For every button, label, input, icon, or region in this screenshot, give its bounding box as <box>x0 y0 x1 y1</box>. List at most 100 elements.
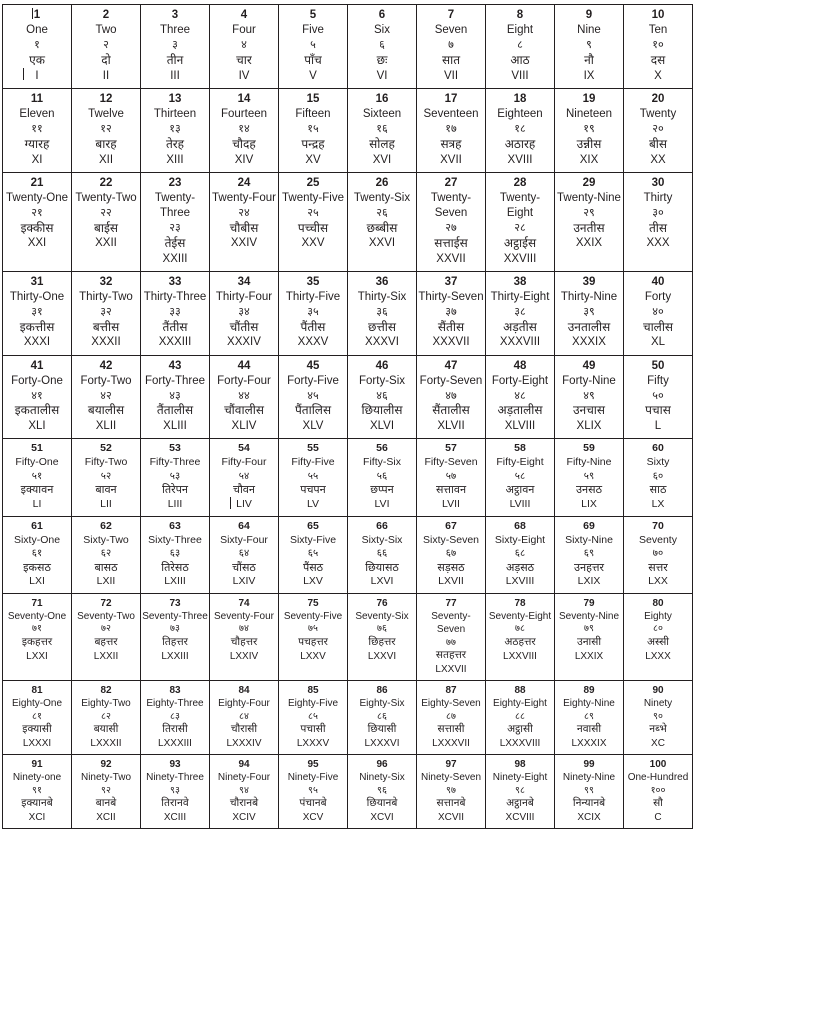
number-cell[interactable]: 23 Twenty-Three २३ तेईस XXIII <box>140 171 210 272</box>
number-cell[interactable]: 74 Seventy-Four ७४ चौहत्तर LXXIV <box>209 593 279 682</box>
number-cell[interactable]: 51 Fifty-One ५१ इक्यावन LI <box>2 438 72 517</box>
number-cell[interactable]: 8 Eight ८ आठ VIII <box>485 4 555 89</box>
number-cell[interactable]: 94 Ninety-Four ९४ चौरानबे XCIV <box>209 754 279 830</box>
number-cell[interactable]: 64 Sixty-Four ६४ चौंसठ LXIV <box>209 515 279 595</box>
number-cell[interactable]: 29 Twenty-Nine २९ उनतीस XXIX <box>554 171 624 272</box>
number-cell[interactable]: 88 Eighty-Eight ८८ अट्ठासी LXXXVIII <box>485 680 555 756</box>
number-cell[interactable]: 99 Ninety-Nine ९९ निन्यानबे XCIX <box>554 754 624 830</box>
number-cell[interactable]: 44 Forty-Four ४४ चौंवालीस XLIV <box>209 354 279 440</box>
number-cell[interactable]: 18 Eighteen १८ अठारह XVIII <box>485 87 555 173</box>
number-cell[interactable]: 6 Six ६ छः VI <box>347 4 417 89</box>
number-cell[interactable]: 20 Twenty २० बीस XX <box>623 87 693 173</box>
number-cell[interactable]: 21 Twenty-One २१ इक्कीस XXI <box>2 171 72 272</box>
number-cell[interactable]: 49 Forty-Nine ४९ उनचास XLIX <box>554 354 624 440</box>
number-cell[interactable]: 73 Seventy-Three ७३ तिहत्तर LXXIII <box>140 593 210 682</box>
number-cell[interactable]: 16 Sixteen १६ सोलह XVI <box>347 87 417 173</box>
number-cell[interactable]: 10 Ten १० दस X <box>623 4 693 89</box>
number-cell[interactable]: 26 Twenty-Six २६ छब्बीस XXVI <box>347 171 417 272</box>
number-cell[interactable]: 13 Thirteen १३ तेरह XIII <box>140 87 210 173</box>
number-cell[interactable]: 98 Ninety-Eight ९८ अट्ठानबे XCVIII <box>485 754 555 830</box>
number-cell[interactable]: 50 Fifty ५० पचास L <box>623 354 693 440</box>
number-cell[interactable]: 80 Eighty ८० अस्सी LXXX <box>623 593 693 682</box>
number-cell[interactable]: 86 Eighty-Six ८६ छियासी LXXXVI <box>347 680 417 756</box>
number-cell[interactable]: 15 Fifteen १५ पन्द्रह XV <box>278 87 348 173</box>
number-cell[interactable]: 9 Nine ९ नौ IX <box>554 4 624 89</box>
number-cell[interactable]: 79 Seventy-Nine ७९ उनासी LXXIX <box>554 593 624 682</box>
number-cell[interactable]: 35 Thirty-Five ३५ पैंतीस XXXV <box>278 270 348 356</box>
number-cell[interactable]: 14 Fourteen १४ चौदह XIV <box>209 87 279 173</box>
number-cell[interactable]: 46 Forty-Six ४६ छियालीस XLVI <box>347 354 417 440</box>
number-cell[interactable]: 77 Seventy-Seven ७७ सतहत्तर LXXVII <box>416 593 486 682</box>
number-cell[interactable]: 72 Seventy-Two ७२ बहत्तर LXXII <box>71 593 141 682</box>
number-cell[interactable]: 56 Fifty-Six ५६ छप्पन LVI <box>347 438 417 517</box>
number-cell[interactable]: 87 Eighty-Seven ८७ सत्तासी LXXXVII <box>416 680 486 756</box>
number-cell[interactable]: 30 Thirty ३० तीस XXX <box>623 171 693 272</box>
number-cell[interactable]: 27 Twenty-Seven २७ सत्ताईस XXVII <box>416 171 486 272</box>
number-cell[interactable]: 85 Eighty-Five ८५ पचासी LXXXV <box>278 680 348 756</box>
number-cell[interactable]: 62 Sixty-Two ६२ बासठ LXII <box>71 515 141 595</box>
number-cell[interactable]: 53 Fifty-Three ५३ तिरेपन LIII <box>140 438 210 517</box>
number-cell[interactable]: 97 Ninety-Seven ९७ सत्तानबे XCVII <box>416 754 486 830</box>
number-cell[interactable]: 63 Sixty-Three ६३ तिरेसठ LXIII <box>140 515 210 595</box>
number-cell[interactable]: 57 Fifty-Seven ५७ सत्तावन LVII <box>416 438 486 517</box>
number-cell[interactable]: 75 Seventy-Five ७५ पचहत्तर LXXV <box>278 593 348 682</box>
number-cell[interactable]: 19 Nineteen १९ उन्नीस XIX <box>554 87 624 173</box>
number-cell[interactable]: 90 Ninety ९० नब्भे XC <box>623 680 693 756</box>
number-cell[interactable]: 91 Ninety-one ९१ इक्यानबे XCI <box>2 754 72 830</box>
number-cell[interactable]: 81 Eighty-One ८१ इक्यासी LXXXI <box>2 680 72 756</box>
number-cell[interactable]: 25 Twenty-Five २५ पच्चीस XXV <box>278 171 348 272</box>
number-cell[interactable]: 7 Seven ७ सात VII <box>416 4 486 89</box>
number-cell[interactable]: 28 Twenty-Eight २८ अट्ठाईस XXVIII <box>485 171 555 272</box>
number-cell[interactable]: 38 Thirty-Eight ३८ अड़तीस XXXVIII <box>485 270 555 356</box>
number-cell[interactable]: 55 Fifty-Five ५५ पचपन LV <box>278 438 348 517</box>
number-cell[interactable]: 32 Thirty-Two ३२ बत्तीस XXXII <box>71 270 141 356</box>
number-cell[interactable]: 95 Ninety-Five ९५ पंचानबे XCV <box>278 754 348 830</box>
number-cell[interactable]: 89 Eighty-Nine ८९ नवासी LXXXIX <box>554 680 624 756</box>
number-cell[interactable]: 2 Two २ दो II <box>71 4 141 89</box>
number-cell[interactable]: 59 Fifty-Nine ५९ उनसठ LIX <box>554 438 624 517</box>
number-cell[interactable]: 58 Fifty-Eight ५८ अट्ठावन LVIII <box>485 438 555 517</box>
number-cell[interactable]: 66 Sixty-Six ६६ छियासठ LXVI <box>347 515 417 595</box>
number-cell[interactable]: 48 Forty-Eight ४८ अड़तालीस XLVIII <box>485 354 555 440</box>
number-cell[interactable]: 60 Sixty ६० साठ LX <box>623 438 693 517</box>
number-cell[interactable]: 61 Sixty-One ६१ इकसठ LXI <box>2 515 72 595</box>
number-cell[interactable]: 22 Twenty-Two २२ बाईस XXII <box>71 171 141 272</box>
number-cell[interactable]: 34 Thirty-Four ३४ चौंतीस XXXIV <box>209 270 279 356</box>
number-cell[interactable]: 31 Thirty-One ३१ इकत्तीस XXXI <box>2 270 72 356</box>
number-cell[interactable]: 4 Four ४ चार IV <box>209 4 279 89</box>
number-cell[interactable]: 78 Seventy-Eight ७८ अठहत्तर LXXVIII <box>485 593 555 682</box>
number-cell[interactable]: 42 Forty-Two ४२ बयालीस XLII <box>71 354 141 440</box>
number-cell[interactable]: 76 Seventy-Six ७६ छिहत्तर LXXVI <box>347 593 417 682</box>
number-cell[interactable]: 52 Fifty-Two ५२ बावन LII <box>71 438 141 517</box>
number-cell[interactable]: 43 Forty-Three ४३ तैंतालीस XLIII <box>140 354 210 440</box>
number-cell[interactable]: 5 Five ५ पाँच V <box>278 4 348 89</box>
number-cell[interactable]: 24 Twenty-Four २४ चौबीस XXIV <box>209 171 279 272</box>
number-cell[interactable]: 93 Ninety-Three ९३ तिरानवे XCIII <box>140 754 210 830</box>
number-cell[interactable]: 36 Thirty-Six ३६ छत्तीस XXXVI <box>347 270 417 356</box>
number-cell[interactable]: 100 One-Hundred १०० सौ C <box>623 754 693 830</box>
number-cell[interactable]: 54 Fifty-Four ५४ चौवन LIV <box>209 438 279 517</box>
number-cell[interactable]: 17 Seventeen १७ सत्रह XVII <box>416 87 486 173</box>
number-cell[interactable]: 41 Forty-One ४१ इकतालीस XLI <box>2 354 72 440</box>
number-cell[interactable]: 45 Forty-Five ४५ पैंतालिस XLV <box>278 354 348 440</box>
number-cell[interactable]: 69 Sixty-Nine ६९ उनहत्तर LXIX <box>554 515 624 595</box>
number-cell[interactable]: 3 Three ३ तीन III <box>140 4 210 89</box>
number-cell[interactable]: 70 Seventy ७० सत्तर LXX <box>623 515 693 595</box>
number-cell[interactable]: 65 Sixty-Five ६५ पैंसठ LXV <box>278 515 348 595</box>
number-cell[interactable]: 96 Ninety-Six ९६ छियानबे XCVI <box>347 754 417 830</box>
number-cell[interactable]: 11 Eleven ११ ग्यारह XI <box>2 87 72 173</box>
number-cell[interactable]: 84 Eighty-Four ८४ चौरासी LXXXIV <box>209 680 279 756</box>
number-cell[interactable]: 37 Thirty-Seven ३७ सैंतीस XXXVII <box>416 270 486 356</box>
number-cell[interactable]: 67 Sixty-Seven ६७ सड़सठ LXVII <box>416 515 486 595</box>
number-cell[interactable]: 68 Sixty-Eight ६८ अड़सठ LXVIII <box>485 515 555 595</box>
number-cell[interactable]: 12 Twelve १२ बारह XII <box>71 87 141 173</box>
number-cell[interactable]: 39 Thirty-Nine ३९ उनतालीस XXXIX <box>554 270 624 356</box>
number-cell[interactable]: 83 Eighty-Three ८३ तिरासी LXXXIII <box>140 680 210 756</box>
number-cell[interactable]: 1 One १ एक I <box>2 4 72 89</box>
number-cell[interactable]: 71 Seventy-One ७१ इकहत्तर LXXI <box>2 593 72 682</box>
number-cell[interactable]: 40 Forty ४० चालीस XL <box>623 270 693 356</box>
number-cell[interactable]: 92 Ninety-Two ९२ बानबे XCII <box>71 754 141 830</box>
number-cell[interactable]: 33 Thirty-Three ३३ तैंतीस XXXIII <box>140 270 210 356</box>
number-cell[interactable]: 82 Eighty-Two ८२ बयासी LXXXII <box>71 680 141 756</box>
number-cell[interactable]: 47 Forty-Seven ४७ सैंतालीस XLVII <box>416 354 486 440</box>
